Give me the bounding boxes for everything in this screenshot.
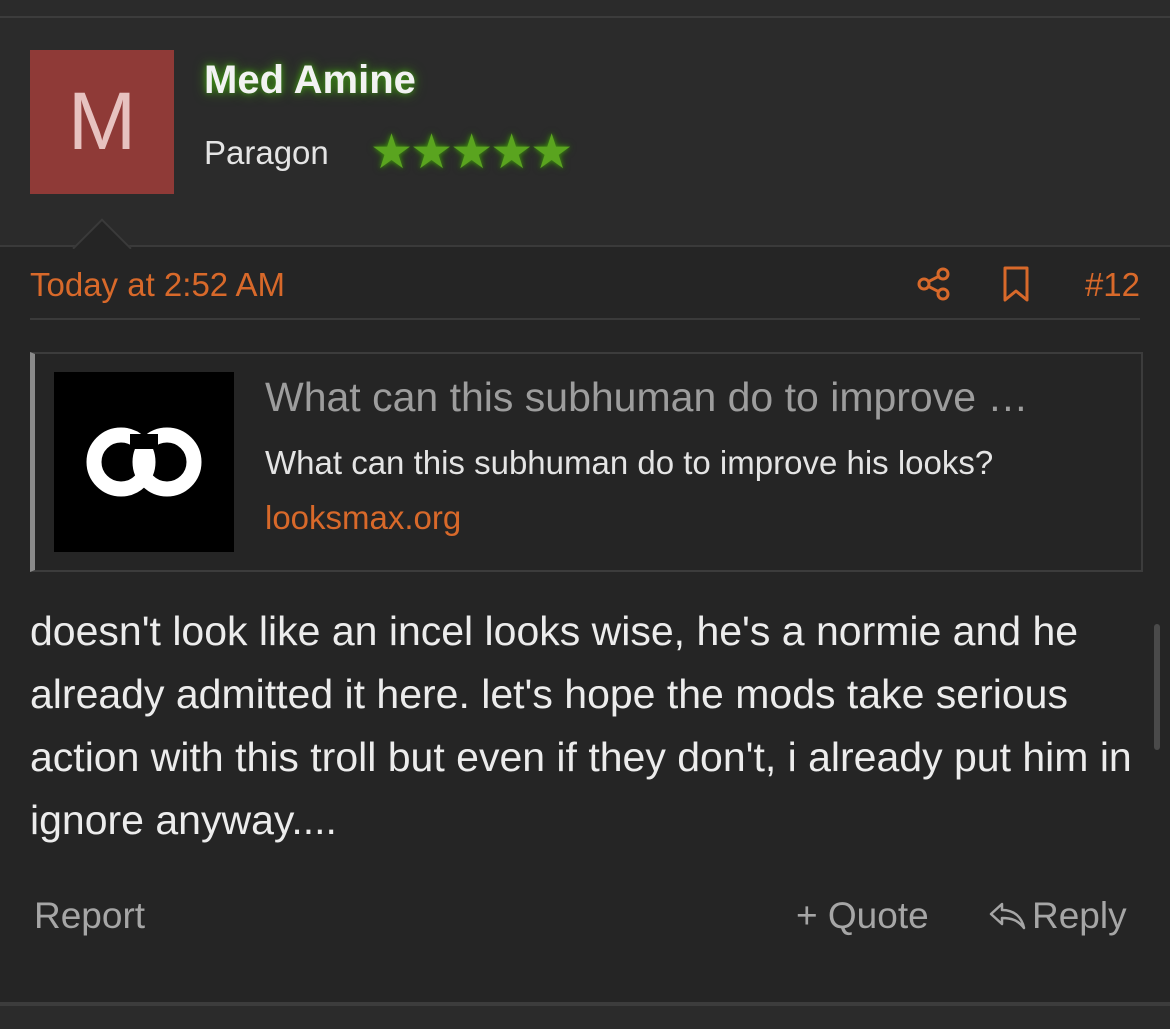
header-pointer-arrow xyxy=(72,218,132,249)
avatar[interactable]: M xyxy=(30,50,174,194)
post-user-header: M Med Amine Paragon ★★★★★ xyxy=(0,18,1170,247)
reply-button[interactable]: Reply xyxy=(988,895,1127,937)
top-strip xyxy=(0,0,1170,16)
post-actions: Report + Quote Reply xyxy=(0,895,1170,945)
link-preview-domain[interactable]: looksmax.org xyxy=(265,499,461,537)
share-icon[interactable] xyxy=(916,266,952,302)
post-meta-bar: Today at 2:52 AM #12 xyxy=(30,266,1140,320)
username[interactable]: Med Amine xyxy=(204,58,416,103)
link-preview-description: What can this subhuman do to improve his… xyxy=(265,444,994,481)
post-date[interactable]: Today at 2:52 AM xyxy=(30,266,285,304)
link-preview-title[interactable]: What can this subhuman do to improve … xyxy=(265,374,1110,421)
report-button[interactable]: Report xyxy=(34,895,145,937)
rank-stars-icon: ★★★★★ xyxy=(370,126,573,179)
post-body: doesn't look like an incel looks wise, h… xyxy=(30,608,1132,843)
bookmark-icon[interactable] xyxy=(1000,265,1032,303)
reply-arrow-icon xyxy=(989,902,1026,930)
scrollbar[interactable] xyxy=(1154,624,1160,750)
looksmax-logo-icon xyxy=(54,372,234,552)
quote-button[interactable]: + Quote xyxy=(796,895,929,937)
link-preview-card[interactable]: What can this subhuman do to improve … W… xyxy=(30,352,1143,572)
bottom-strip xyxy=(0,1006,1170,1029)
user-title: Paragon xyxy=(204,134,329,171)
post-number[interactable]: #12 xyxy=(1085,266,1140,304)
reply-label: Reply xyxy=(1032,895,1127,936)
infinity-logo-icon xyxy=(86,427,202,497)
